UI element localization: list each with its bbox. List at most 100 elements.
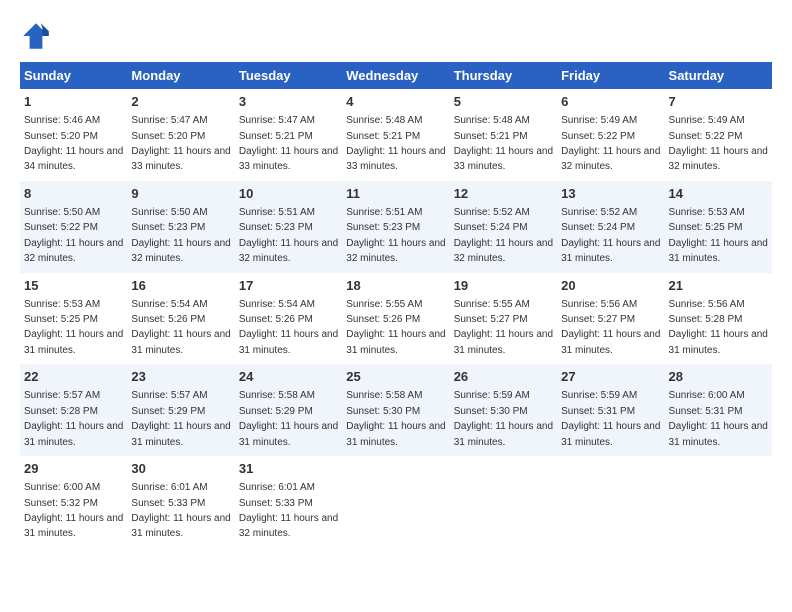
day-number: 17	[239, 277, 338, 295]
day-number: 30	[131, 460, 230, 478]
header-cell-saturday: Saturday	[665, 62, 772, 89]
day-number: 1	[24, 93, 123, 111]
calendar-cell: 18Sunrise: 5:55 AMSunset: 5:26 PMDayligh…	[342, 273, 449, 365]
daylight-info: Daylight: 11 hours and 31 minutes.	[669, 329, 768, 355]
sunrise-info: Sunrise: 6:00 AM	[669, 390, 745, 401]
sunrise-info: Sunrise: 5:56 AM	[561, 299, 637, 310]
daylight-info: Daylight: 11 hours and 31 minutes.	[346, 421, 445, 447]
sunrise-info: Sunrise: 5:58 AM	[346, 390, 422, 401]
calendar-week-1: 1Sunrise: 5:46 AMSunset: 5:20 PMDaylight…	[20, 89, 772, 181]
sunset-info: Sunset: 5:25 PM	[24, 314, 98, 325]
daylight-info: Daylight: 11 hours and 31 minutes.	[131, 421, 230, 447]
day-number: 24	[239, 368, 338, 386]
sunrise-info: Sunrise: 5:58 AM	[239, 390, 315, 401]
sunrise-info: Sunrise: 5:56 AM	[669, 299, 745, 310]
daylight-info: Daylight: 11 hours and 31 minutes.	[454, 421, 553, 447]
daylight-info: Daylight: 11 hours and 31 minutes.	[561, 329, 660, 355]
day-number: 21	[669, 277, 768, 295]
daylight-info: Daylight: 11 hours and 32 minutes.	[239, 238, 338, 264]
sunset-info: Sunset: 5:26 PM	[239, 314, 313, 325]
day-number: 31	[239, 460, 338, 478]
sunset-info: Sunset: 5:33 PM	[131, 498, 205, 509]
sunrise-info: Sunrise: 5:57 AM	[131, 390, 207, 401]
day-number: 4	[346, 93, 445, 111]
daylight-info: Daylight: 11 hours and 31 minutes.	[239, 329, 338, 355]
daylight-info: Daylight: 11 hours and 31 minutes.	[131, 329, 230, 355]
header-cell-wednesday: Wednesday	[342, 62, 449, 89]
daylight-info: Daylight: 11 hours and 31 minutes.	[669, 238, 768, 264]
calendar-week-2: 8 Sunrise: 5:50 AM Sunset: 5:22 PM Daylight…	[20, 181, 772, 273]
sunrise-info: Sunrise: 6:00 AM	[24, 482, 100, 493]
calendar-cell: 8Sunrise: 5:50 AMSunset: 5:22 PMDaylight…	[20, 181, 127, 273]
logo	[20, 20, 56, 52]
sunset-info: Sunset: 5:21 PM	[239, 131, 313, 142]
sunrise-info: Sunrise: 5:52 AM	[454, 207, 530, 218]
daylight-info: Daylight: 11 hours and 31 minutes.	[669, 421, 768, 447]
daylight-info: Daylight: 11 hours and 33 minutes.	[454, 146, 553, 172]
calendar-week-3: 15Sunrise: 5:53 AMSunset: 5:25 PMDayligh…	[20, 273, 772, 365]
daylight-info: Daylight: 11 hours and 31 minutes.	[24, 513, 123, 539]
sunset-info: Sunset: 5:22 PM	[669, 131, 743, 142]
page-header	[20, 20, 772, 52]
calendar-cell: 29Sunrise: 6:00 AMSunset: 5:32 PMDayligh…	[20, 456, 127, 548]
daylight-info: Daylight: 11 hours and 31 minutes.	[561, 421, 660, 447]
calendar-cell: 9Sunrise: 5:50 AMSunset: 5:23 PMDaylight…	[127, 181, 234, 273]
header-cell-friday: Friday	[557, 62, 664, 89]
sunset-info: Sunset: 5:28 PM	[24, 406, 98, 417]
day-number: 25	[346, 368, 445, 386]
day-number: 6	[561, 93, 660, 111]
daylight-info: Daylight: 11 hours and 34 minutes.	[24, 146, 123, 172]
sunrise-info: Sunrise: 5:50 AM	[131, 207, 207, 218]
calendar-cell: 31Sunrise: 6:01 AMSunset: 5:33 PMDayligh…	[235, 456, 342, 548]
sunset-info: Sunset: 5:25 PM	[669, 222, 743, 233]
sunrise-info: Sunrise: 5:52 AM	[561, 207, 637, 218]
day-number: 2	[131, 93, 230, 111]
calendar-cell: 20Sunrise: 5:56 AMSunset: 5:27 PMDayligh…	[557, 273, 664, 365]
header-cell-tuesday: Tuesday	[235, 62, 342, 89]
calendar-cell: 21 Sunrise: 5:56 AM Sunset: 5:28 PM Dayligh…	[665, 273, 772, 365]
sunset-info: Sunset: 5:20 PM	[131, 131, 205, 142]
calendar-cell	[665, 456, 772, 548]
day-number: 14	[669, 185, 768, 203]
sunrise-info: Sunrise: 5:54 AM	[131, 299, 207, 310]
daylight-info: Daylight: 11 hours and 32 minutes.	[24, 238, 123, 264]
sunrise-info: Sunrise: 5:47 AM	[239, 115, 315, 126]
calendar-cell: 24Sunrise: 5:58 AMSunset: 5:29 PMDayligh…	[235, 364, 342, 456]
calendar-cell: 17 Sunrise: 5:54 AM Sunset: 5:26 PM Dayligh…	[235, 273, 342, 365]
sunset-info: Sunset: 5:33 PM	[239, 498, 313, 509]
calendar-body: 1Sunrise: 5:46 AMSunset: 5:20 PMDaylight…	[20, 89, 772, 548]
sunrise-info: Sunrise: 5:54 AM	[239, 299, 315, 310]
calendar-week-5: 29Sunrise: 6:00 AMSunset: 5:32 PMDayligh…	[20, 456, 772, 548]
calendar-header: SundayMondayTuesdayWednesdayThursdayFrid…	[20, 62, 772, 89]
day-number: 27	[561, 368, 660, 386]
sunrise-info: Sunrise: 5:53 AM	[24, 299, 100, 310]
sunset-info: Sunset: 5:22 PM	[24, 222, 98, 233]
daylight-info: Daylight: 11 hours and 32 minutes.	[346, 238, 445, 264]
calendar-cell: 10Sunrise: 5:51 AMSunset: 5:23 PMDayligh…	[235, 181, 342, 273]
calendar-cell: 25Sunrise: 5:58 AMSunset: 5:30 PMDayligh…	[342, 364, 449, 456]
day-number: 5	[454, 93, 553, 111]
sunset-info: Sunset: 5:27 PM	[454, 314, 528, 325]
calendar-cell: 11Sunrise: 5:51 AMSunset: 5:23 PMDayligh…	[342, 181, 449, 273]
daylight-info: Daylight: 11 hours and 32 minutes.	[131, 238, 230, 264]
calendar-cell: 26Sunrise: 5:59 AMSunset: 5:30 PMDayligh…	[450, 364, 557, 456]
sunset-info: Sunset: 5:22 PM	[561, 131, 635, 142]
sunrise-info: Sunrise: 5:51 AM	[346, 207, 422, 218]
calendar-cell: 15Sunrise: 5:53 AMSunset: 5:25 PMDayligh…	[20, 273, 127, 365]
calendar-cell: 19Sunrise: 5:55 AMSunset: 5:27 PMDayligh…	[450, 273, 557, 365]
day-number: 8	[24, 185, 123, 203]
daylight-info: Daylight: 11 hours and 31 minutes.	[239, 421, 338, 447]
calendar-cell: 2Sunrise: 5:47 AMSunset: 5:20 PMDaylight…	[127, 89, 234, 181]
sunrise-info: Sunrise: 5:55 AM	[454, 299, 530, 310]
day-number: 9	[131, 185, 230, 203]
day-number: 7	[669, 93, 768, 111]
sunset-info: Sunset: 5:31 PM	[561, 406, 635, 417]
sunrise-info: Sunrise: 5:57 AM	[24, 390, 100, 401]
sunrise-info: Sunrise: 5:59 AM	[561, 390, 637, 401]
day-number: 13	[561, 185, 660, 203]
sunset-info: Sunset: 5:24 PM	[561, 222, 635, 233]
calendar-cell	[557, 456, 664, 548]
calendar-cell: 30Sunrise: 6:01 AMSunset: 5:33 PMDayligh…	[127, 456, 234, 548]
logo-icon	[20, 20, 52, 52]
sunset-info: Sunset: 5:28 PM	[669, 314, 743, 325]
